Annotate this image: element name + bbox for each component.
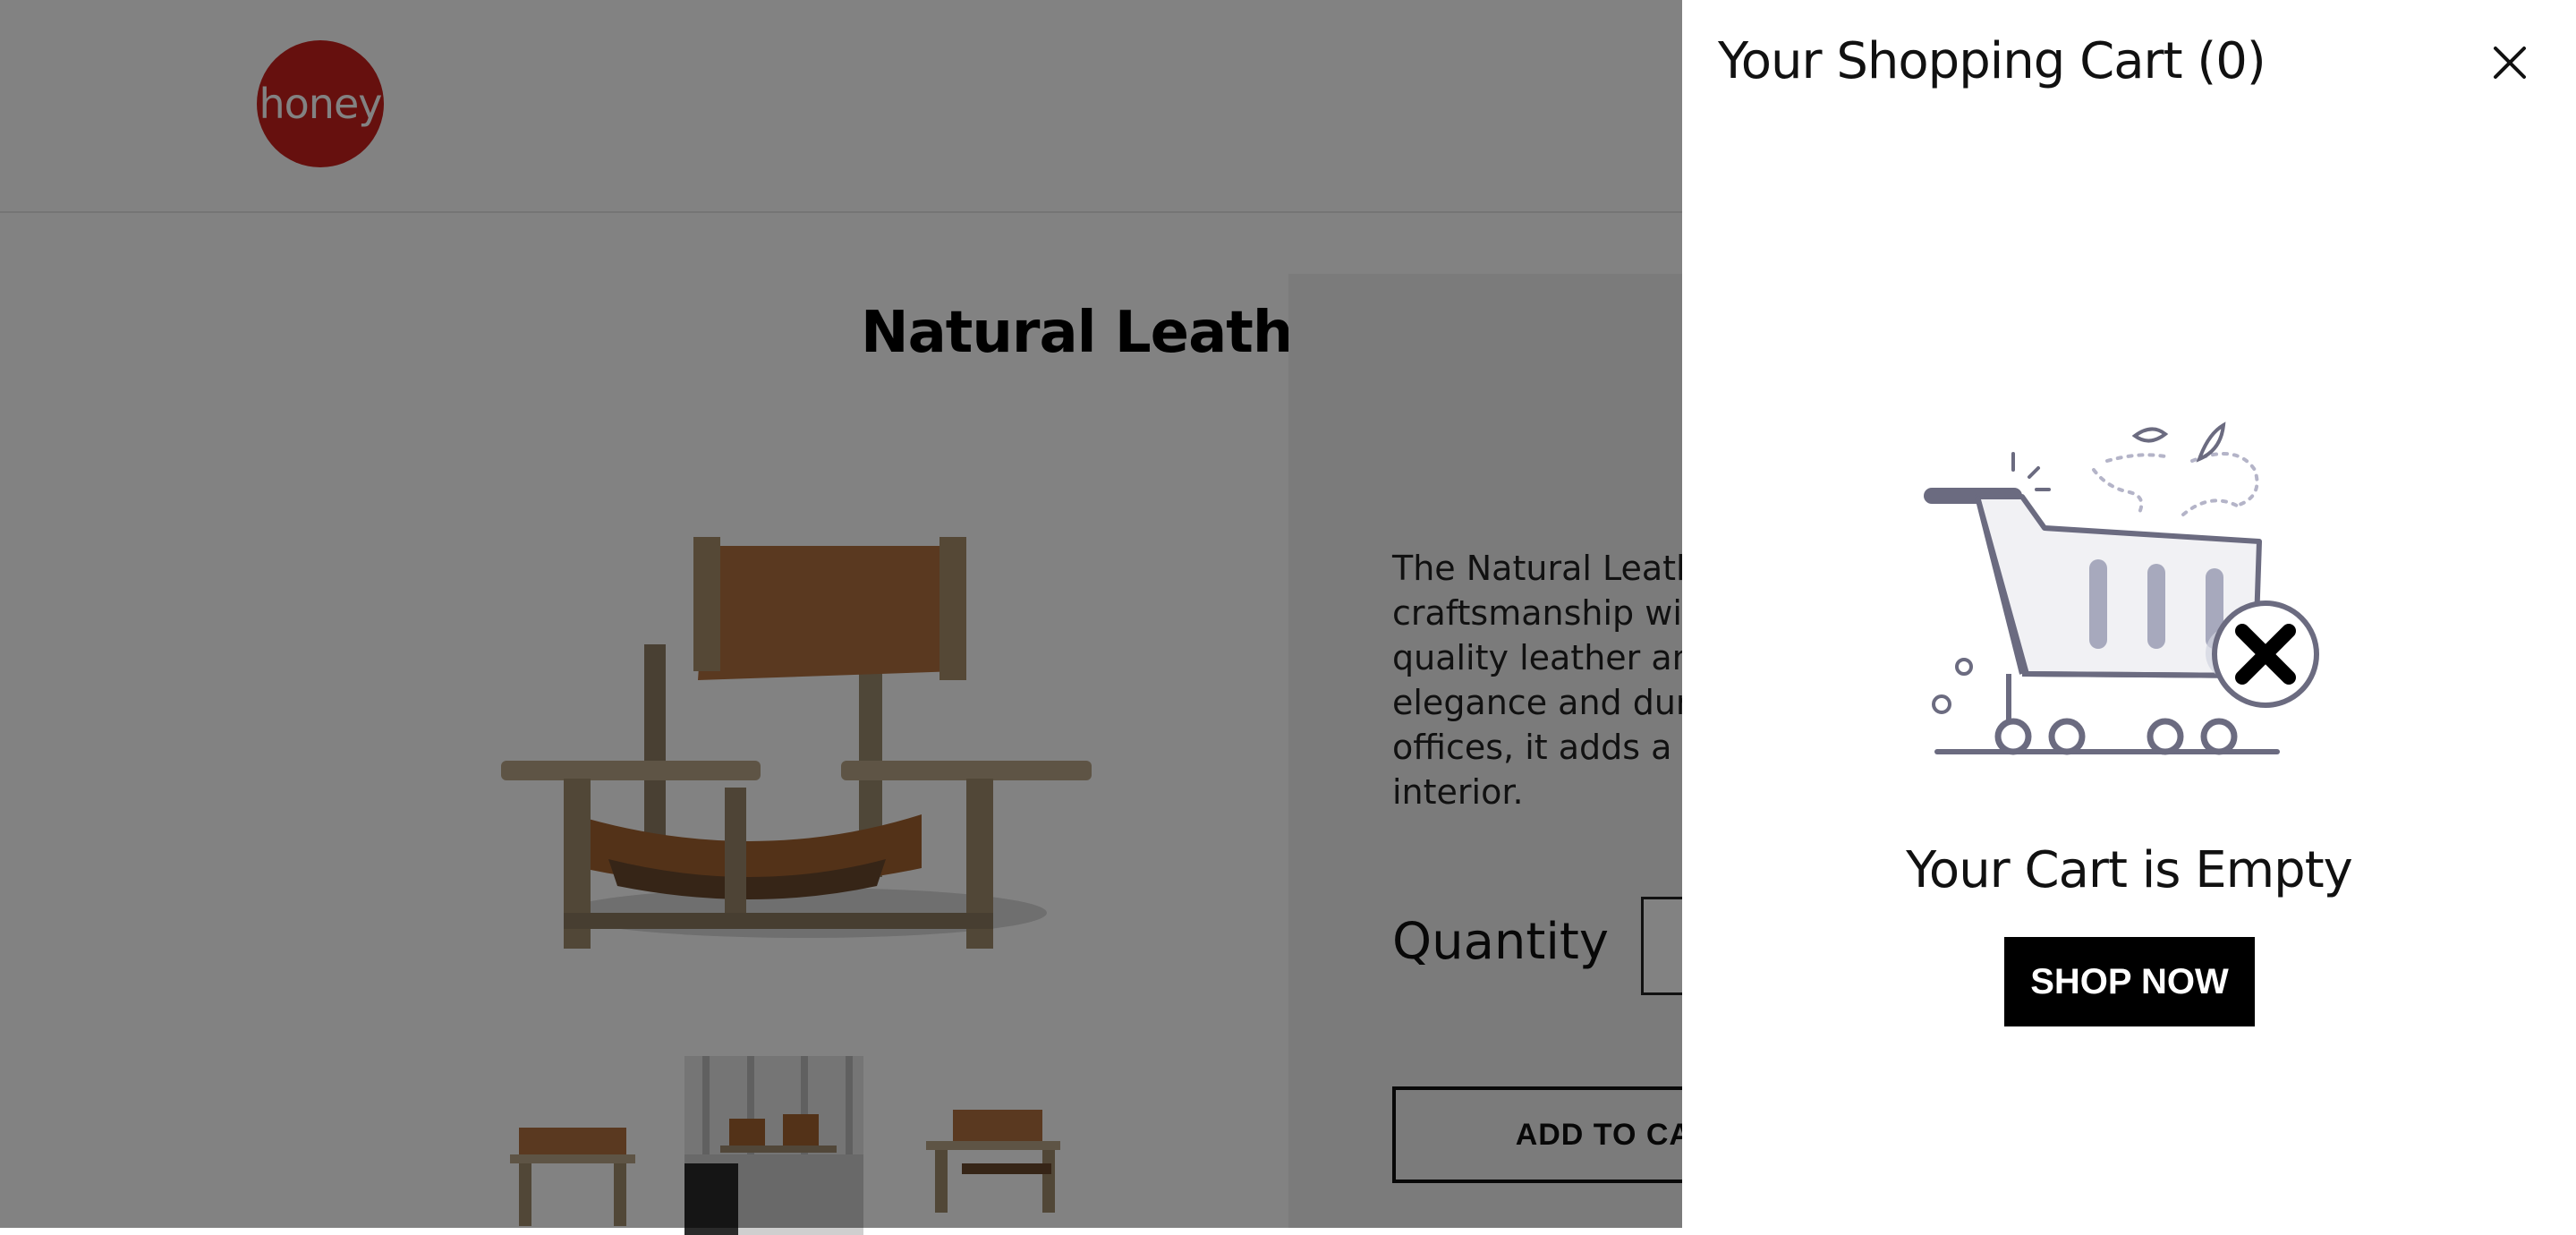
cart-title: Your Shopping Cart (0): [1718, 32, 2266, 90]
close-icon[interactable]: [2483, 36, 2537, 89]
empty-cart-icon: [1924, 422, 2319, 755]
empty-cart-message: Your Cart is Empty: [1906, 841, 2353, 899]
modal-backdrop[interactable]: [0, 0, 1682, 1228]
cart-drawer: Your Shopping Cart (0) Your Cart is Empt…: [1682, 0, 2576, 1228]
shop-now-button[interactable]: SHOP NOW: [2004, 937, 2255, 1026]
